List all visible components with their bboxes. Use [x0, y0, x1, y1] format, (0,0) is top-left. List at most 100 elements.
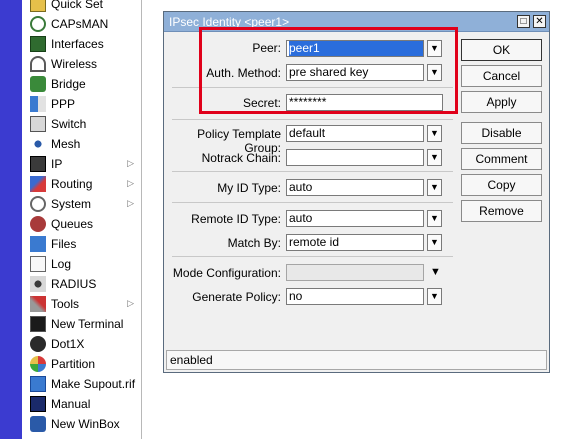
- comment-button[interactable]: Comment: [461, 148, 542, 170]
- submenu-arrow-icon: ▷: [127, 298, 134, 308]
- match-by-dropdown-icon[interactable]: ▼: [427, 234, 442, 251]
- sidebar-item-capsman[interactable]: CAPsMAN: [22, 14, 142, 34]
- quick-set-icon: [30, 0, 46, 12]
- notrack-chain-select[interactable]: [286, 149, 424, 166]
- sidebar-item-bridge[interactable]: Bridge: [22, 74, 142, 94]
- sidebar-item-ip[interactable]: IP ▷: [22, 154, 142, 174]
- sidebar-item-label: New Terminal: [51, 317, 124, 331]
- routing-icon: [30, 176, 46, 192]
- sidebar-item-label: Routing: [51, 177, 93, 191]
- sidebar-item-manual[interactable]: Manual: [22, 394, 142, 414]
- remote-id-type-label: Remote ID Type:: [191, 212, 281, 226]
- mode-configuration-label: Mode Configuration:: [172, 266, 281, 280]
- my-id-type-select[interactable]: auto: [286, 179, 424, 196]
- my-id-type-label: My ID Type:: [217, 181, 281, 195]
- sidebar-item-label: PPP: [51, 97, 76, 111]
- generate-policy-dropdown-icon[interactable]: ▼: [427, 288, 442, 305]
- disable-button[interactable]: Disable: [461, 122, 542, 144]
- sidebar-item-label: Tools: [51, 297, 80, 311]
- sidebar-item-dot1x[interactable]: Dot1X: [22, 334, 142, 354]
- sidebar-item-label: Switch: [51, 117, 87, 131]
- match-by-select[interactable]: remote id: [286, 234, 424, 251]
- generate-policy-select[interactable]: no: [286, 288, 424, 305]
- system-icon: [30, 196, 46, 212]
- bridge-icon: [30, 76, 46, 92]
- sidebar-item-label: Quick Set: [51, 0, 104, 11]
- sidebar-item-new-terminal[interactable]: New Terminal: [22, 314, 142, 334]
- sidebar-item-label: Queues: [51, 217, 94, 231]
- submenu-arrow-icon: ▷: [127, 158, 134, 168]
- partition-icon: [30, 356, 46, 372]
- notrack-chain-dropdown-icon[interactable]: ▼: [427, 149, 442, 166]
- maximize-icon[interactable]: □: [517, 15, 530, 28]
- switch-icon: [30, 116, 46, 132]
- separator: [172, 202, 453, 203]
- sidebar-item-ppp[interactable]: PPP: [22, 94, 142, 114]
- sidebar-item-label: Dot1X: [51, 337, 85, 351]
- sidebar-item-label: IP: [51, 157, 63, 171]
- wireless-icon: [30, 56, 46, 72]
- sidebar-item-wireless[interactable]: Wireless: [22, 54, 142, 74]
- log-icon: [30, 256, 46, 272]
- sidebar-menu: Quick Set CAPsMAN Interfaces Wireless Bridge…: [22, 0, 142, 439]
- match-by-label: Match By:: [227, 236, 281, 250]
- sidebar-item-partition[interactable]: Partition: [22, 354, 142, 374]
- status-bar: enabled: [166, 350, 547, 370]
- separator: [172, 171, 453, 172]
- submenu-arrow-icon: ▷: [127, 198, 134, 208]
- sidebar-item-label: Interfaces: [51, 37, 104, 51]
- sidebar-item-tools[interactable]: Tools ▷: [22, 294, 142, 314]
- sidebar-item-queues[interactable]: Queues: [22, 214, 142, 234]
- separator: [172, 119, 453, 120]
- mesh-icon: [30, 136, 46, 152]
- sidebar-item-system[interactable]: System ▷: [22, 194, 142, 214]
- sidebar-item-files[interactable]: Files: [22, 234, 142, 254]
- remote-id-type-select[interactable]: auto: [286, 210, 424, 227]
- cancel-button[interactable]: Cancel: [461, 65, 542, 87]
- sidebar-item-label: Files: [51, 237, 77, 251]
- generate-policy-label: Generate Policy:: [192, 290, 281, 304]
- sidebar-item-label: Bridge: [51, 77, 86, 91]
- radius-icon: [30, 276, 46, 292]
- policy-template-group-select[interactable]: default: [286, 125, 424, 142]
- capsman-icon: [30, 16, 46, 32]
- ip-icon: [30, 156, 46, 172]
- sidebar-item-label: Log: [51, 257, 72, 271]
- interfaces-icon: [30, 36, 46, 52]
- sidebar-item-label: Make Supout.rif: [51, 377, 136, 391]
- sidebar-item-label: Wireless: [51, 57, 98, 71]
- left-band: [0, 0, 22, 439]
- sidebar-item-new-winbox[interactable]: New WinBox: [22, 414, 142, 434]
- mode-configuration-dropdown-icon[interactable]: ▼: [430, 266, 441, 278]
- supout-icon: [30, 376, 46, 392]
- dot1x-icon: [30, 336, 46, 352]
- copy-button[interactable]: Copy: [461, 174, 542, 196]
- notrack-chain-label: Notrack Chain:: [201, 151, 281, 165]
- remote-id-type-dropdown-icon[interactable]: ▼: [427, 210, 442, 227]
- sidebar-item-quick-set[interactable]: Quick Set: [22, 0, 142, 14]
- tools-icon: [30, 296, 46, 312]
- files-icon: [30, 236, 46, 252]
- sidebar-item-mesh[interactable]: Mesh: [22, 134, 142, 154]
- sidebar-item-log[interactable]: Log: [22, 254, 142, 274]
- sidebar-item-radius[interactable]: RADIUS: [22, 274, 142, 294]
- apply-button[interactable]: Apply: [461, 91, 542, 113]
- sidebar-item-switch[interactable]: Switch: [22, 114, 142, 134]
- winbox-icon: [30, 416, 46, 432]
- close-icon[interactable]: ✕: [533, 15, 546, 28]
- ppp-icon: [30, 96, 46, 112]
- sidebar-item-routing[interactable]: Routing ▷: [22, 174, 142, 194]
- manual-icon: [30, 396, 46, 412]
- sidebar-item-label: New WinBox: [51, 417, 120, 431]
- sidebar-item-label: CAPsMAN: [51, 17, 109, 31]
- my-id-type-dropdown-icon[interactable]: ▼: [427, 179, 442, 196]
- sidebar-item-label: Mesh: [51, 137, 81, 151]
- sidebar-item-interfaces[interactable]: Interfaces: [22, 34, 142, 54]
- policy-template-group-dropdown-icon[interactable]: ▼: [427, 125, 442, 142]
- sidebar-item-label: Partition: [51, 357, 96, 371]
- ok-button[interactable]: OK: [461, 39, 542, 61]
- mode-configuration-select[interactable]: [286, 264, 424, 281]
- sidebar-item-label: RADIUS: [51, 277, 97, 291]
- remove-button[interactable]: Remove: [461, 200, 542, 222]
- sidebar-item-make-supout-rif[interactable]: Make Supout.rif: [22, 374, 142, 394]
